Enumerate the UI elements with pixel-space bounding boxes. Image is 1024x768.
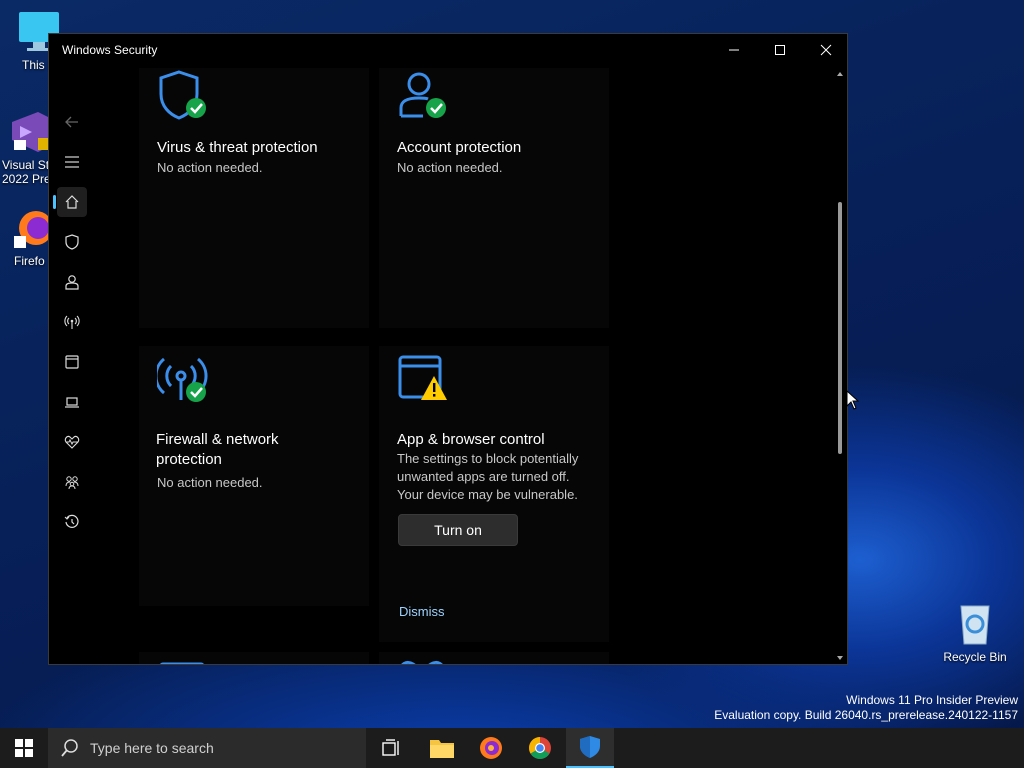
minimize-button[interactable] — [711, 34, 757, 66]
home-icon — [65, 195, 79, 209]
menu-button[interactable] — [57, 147, 87, 177]
scroll-up-icon — [837, 72, 843, 76]
card-title: Virus & threat protection — [157, 139, 318, 156]
visual-studio-icon — [8, 110, 52, 154]
wireless-icon — [64, 315, 80, 329]
card-description-line3: Your device may be vulnerable. — [397, 487, 578, 502]
wireless-check-icon — [154, 354, 213, 415]
turn-on-button[interactable]: Turn on — [398, 514, 518, 546]
main-content: Virus & threat protection No action need… — [139, 68, 835, 664]
chrome-taskbar-button[interactable] — [516, 728, 564, 768]
dismiss-link[interactable]: Dismiss — [399, 604, 445, 619]
nav-protection-history[interactable] — [57, 507, 87, 537]
windows-watermark: Windows 11 Pro Insider Preview Evaluatio… — [714, 693, 1018, 723]
firefox-icon — [480, 737, 502, 759]
recycle-bin-icon — [955, 602, 995, 646]
nav-settings[interactable] — [57, 659, 87, 664]
maximize-button[interactable] — [757, 34, 803, 66]
back-arrow-icon — [65, 116, 78, 128]
person-check-icon — [397, 70, 453, 131]
mouse-cursor-icon — [846, 390, 860, 410]
task-view-icon — [382, 739, 399, 756]
file-explorer-icon — [430, 740, 454, 758]
chrome-icon — [529, 737, 551, 759]
nav-device-performance-health[interactable] — [57, 427, 87, 457]
laptop-warning-icon — [157, 662, 213, 664]
shield-icon — [65, 234, 79, 250]
card-device-performance-partial[interactable] — [379, 652, 609, 664]
start-icon — [15, 739, 33, 757]
card-status: No action needed. — [397, 160, 503, 175]
shield-check-icon — [157, 70, 213, 131]
nav-home[interactable] — [53, 187, 87, 217]
card-description: The settings to block potentially unwant… — [397, 450, 578, 504]
card-title-line1: Firewall & network — [156, 431, 279, 448]
card-device-security-partial[interactable] — [139, 652, 369, 664]
heart-pulse-icon — [64, 435, 80, 449]
search-icon — [61, 739, 78, 757]
title-bar[interactable]: Windows Security — [49, 34, 847, 66]
card-status: No action needed. — [157, 475, 263, 490]
card-description-line1: The settings to block potentially — [397, 451, 579, 466]
card-app-browser-control[interactable]: App & browser control The settings to bl… — [379, 346, 609, 642]
windows-security-icon — [580, 736, 600, 758]
file-explorer-button[interactable] — [418, 728, 466, 768]
watermark-line1: Windows 11 Pro Insider Preview — [846, 693, 1018, 707]
app-browser-warning-icon — [397, 354, 453, 415]
card-description-line2: unwanted apps are turned off. — [397, 469, 570, 484]
history-icon — [64, 514, 79, 528]
person-icon — [65, 275, 79, 290]
watermark-line2: Evaluation copy. Build 26040.rs_prerelea… — [714, 708, 1018, 722]
back-button[interactable] — [57, 107, 87, 137]
app-browser-icon — [65, 355, 79, 369]
maximize-icon — [775, 45, 785, 55]
nav-virus-threat-protection[interactable] — [57, 227, 87, 257]
nav-app-browser-control[interactable] — [57, 347, 87, 377]
search-placeholder: Type here to search — [90, 740, 214, 756]
nav-family-options[interactable] — [57, 467, 87, 497]
heart-pulse-icon — [397, 660, 453, 664]
laptop-icon — [65, 397, 79, 408]
scroll-down-icon — [837, 656, 843, 660]
card-virus-threat-protection[interactable]: Virus & threat protection No action need… — [139, 68, 369, 328]
nav-device-security[interactable] — [57, 387, 87, 417]
card-title: App & browser control — [397, 431, 545, 448]
window-title: Windows Security — [62, 43, 158, 57]
family-icon — [65, 476, 79, 490]
side-navigation — [49, 68, 95, 664]
desktop-icon-recycle-bin[interactable]: Recycle Bin — [930, 602, 1020, 664]
firefox-taskbar-button[interactable] — [467, 728, 515, 768]
close-icon — [820, 44, 832, 56]
nav-account-protection[interactable] — [57, 267, 87, 297]
vertical-scrollbar[interactable] — [835, 68, 845, 664]
desktop-icon-label: Recycle Bin — [943, 650, 1007, 664]
scrollbar-thumb[interactable] — [838, 202, 842, 454]
card-title: Firewall & network protection — [156, 430, 279, 470]
windows-security-taskbar-button[interactable] — [566, 728, 614, 768]
card-firewall-network-protection[interactable]: Firewall & network protection No action … — [139, 346, 369, 606]
card-account-protection[interactable]: Account protection No action needed. — [379, 68, 609, 328]
windows-security-window: Windows Security Virus & threat protecti… — [48, 33, 848, 665]
card-status: No action needed. — [157, 160, 263, 175]
taskbar: Type here to search — [0, 728, 1024, 768]
task-view-button[interactable] — [368, 728, 416, 768]
nav-firewall-network[interactable] — [57, 307, 87, 337]
card-title-line2: protection — [156, 451, 222, 468]
taskbar-search[interactable]: Type here to search — [48, 728, 366, 768]
close-button[interactable] — [803, 34, 847, 66]
card-title: Account protection — [397, 139, 522, 156]
start-button[interactable] — [0, 728, 48, 768]
hamburger-menu-icon — [65, 156, 79, 168]
minimize-icon — [729, 49, 739, 51]
